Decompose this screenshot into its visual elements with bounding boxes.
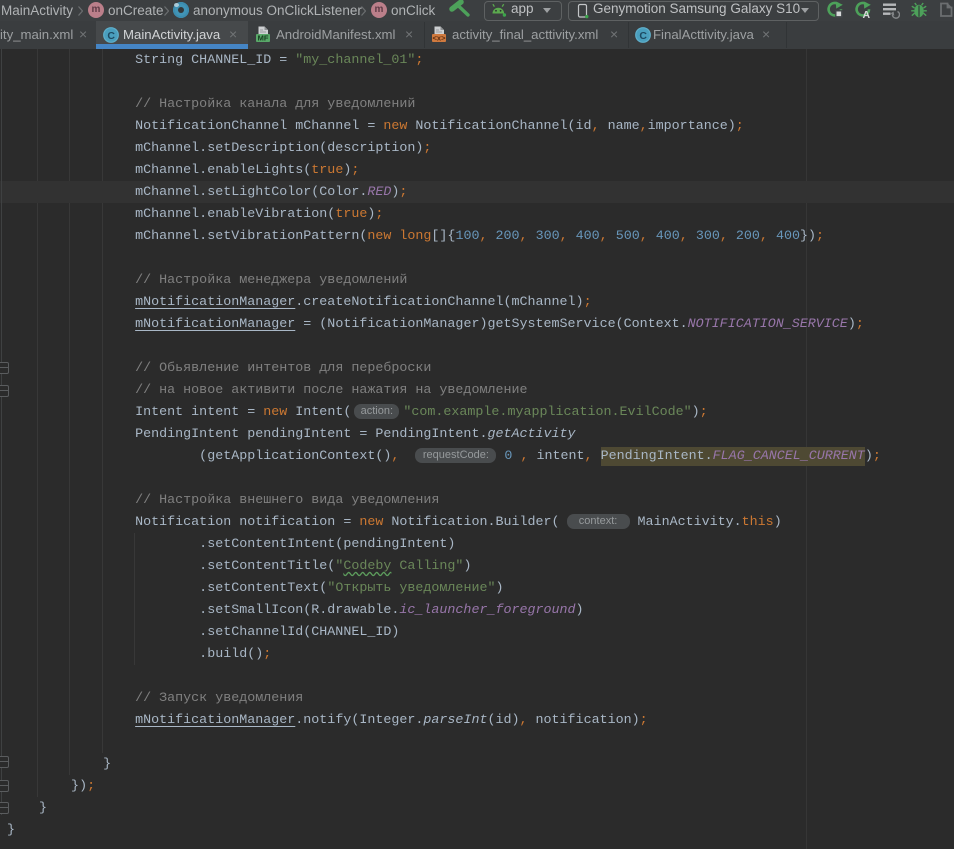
- svg-text:C: C: [639, 30, 647, 42]
- svg-text:<x>: <x>: [433, 34, 447, 43]
- svg-text:C: C: [107, 30, 115, 42]
- svg-text:A: A: [863, 9, 871, 19]
- svg-text:MF: MF: [258, 34, 269, 43]
